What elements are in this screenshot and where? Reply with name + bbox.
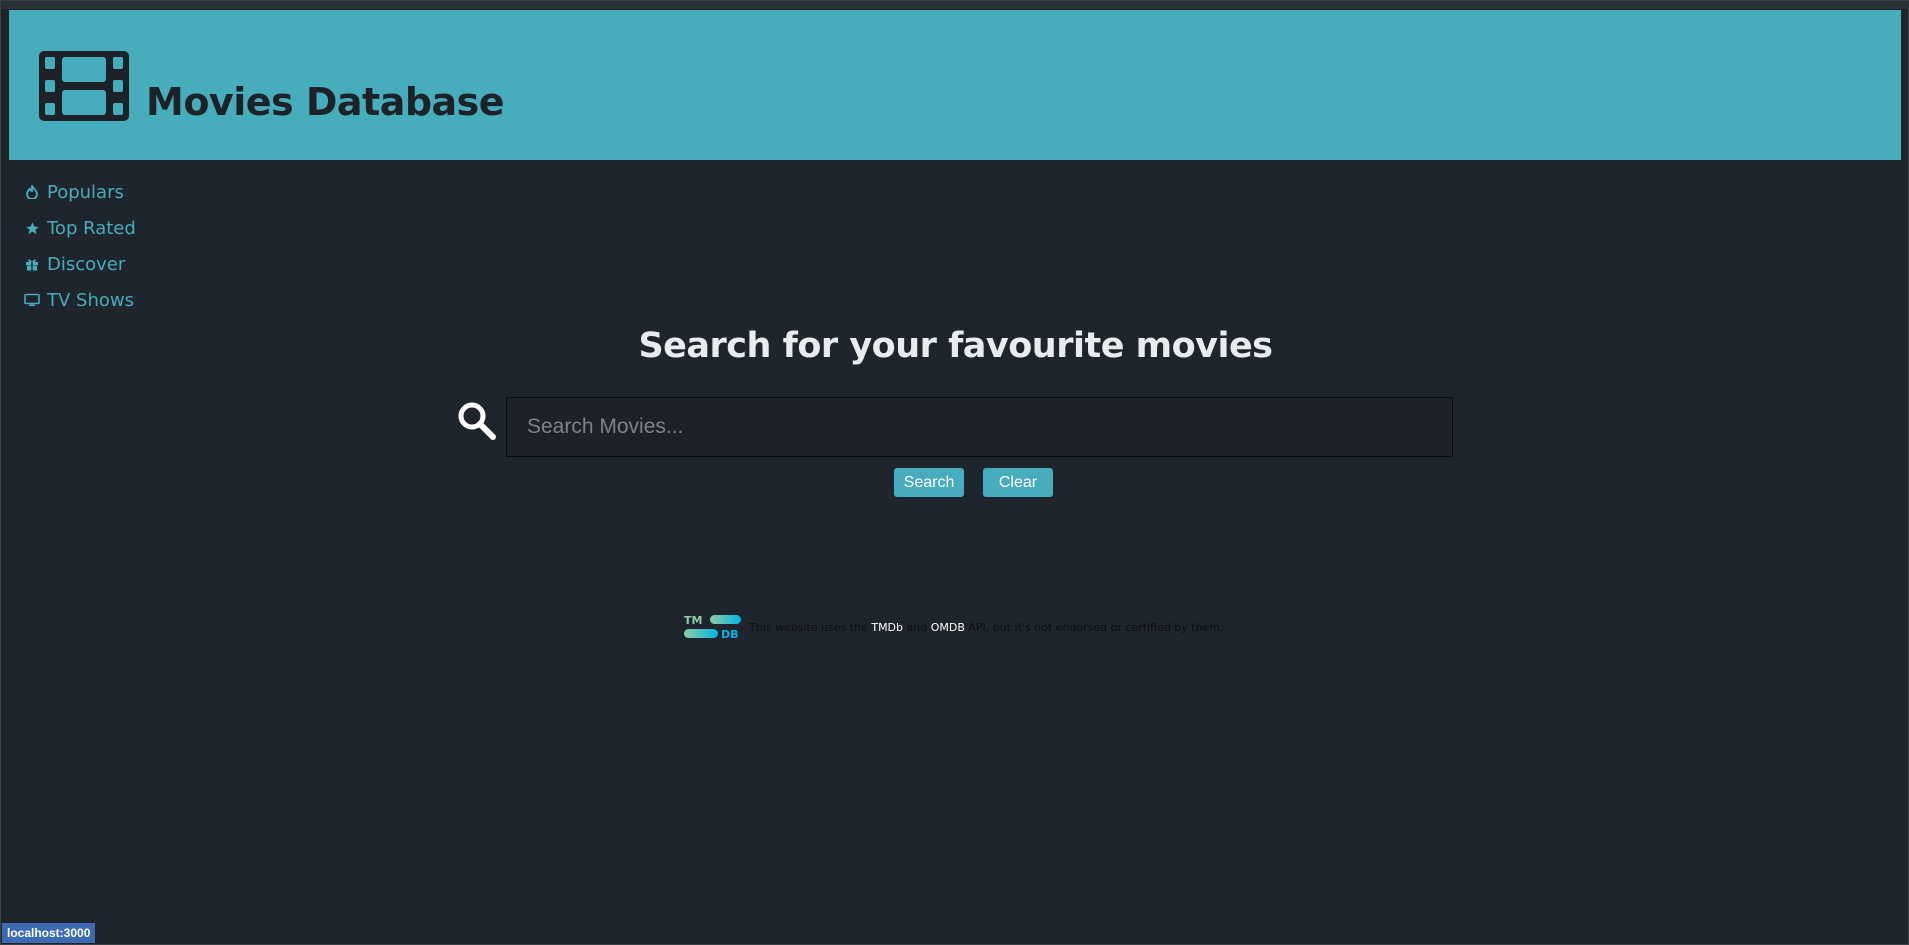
search-icon (458, 402, 496, 440)
window-top-strip (1, 1, 1909, 9)
sidebar-item-label: Top Rated (47, 217, 136, 239)
footer-text: API, but it's not endorsed or certified … (968, 620, 1224, 634)
footer-text: This website uses the (749, 620, 868, 634)
sidebar-item-label: TV Shows (47, 289, 134, 311)
star-icon (23, 220, 41, 236)
sidebar-item-label: Discover (47, 253, 126, 275)
status-url-badge: localhost:3000 (2, 923, 96, 943)
page: Movies Database Populars Top Rated Disco… (0, 0, 1909, 945)
sidebar-item-tv-shows[interactable]: TV Shows (23, 282, 223, 318)
sidebar-item-top-rated[interactable]: Top Rated (23, 210, 223, 246)
search-button[interactable]: Search (894, 468, 964, 497)
sidebar-item-populars[interactable]: Populars (23, 174, 223, 210)
search-input[interactable] (506, 397, 1453, 457)
svg-text:TM: TM (684, 614, 702, 627)
svg-text:DB: DB (721, 628, 739, 641)
app-title: Movies Database (146, 80, 505, 124)
tmdb-link[interactable]: TMDb (871, 621, 903, 634)
omdb-link[interactable]: OMDB (931, 621, 965, 634)
sidebar-item-discover[interactable]: Discover (23, 246, 223, 282)
sidebar-item-label: Populars (47, 181, 124, 203)
gift-icon (23, 256, 41, 272)
header-banner: Movies Database (9, 10, 1901, 160)
tv-icon (23, 292, 41, 308)
sidebar-nav: Populars Top Rated Discover TV Shows (23, 174, 223, 318)
film-icon (39, 51, 129, 121)
page-title: Search for your favourite movies (638, 326, 1273, 366)
clear-button[interactable]: Clear (983, 468, 1053, 497)
fire-icon (23, 184, 41, 200)
footer-attribution: TM DB This website uses the TMDb and OMD… (683, 613, 1224, 641)
footer-text: and (906, 620, 928, 634)
tmdb-logo: TM DB (684, 614, 741, 641)
